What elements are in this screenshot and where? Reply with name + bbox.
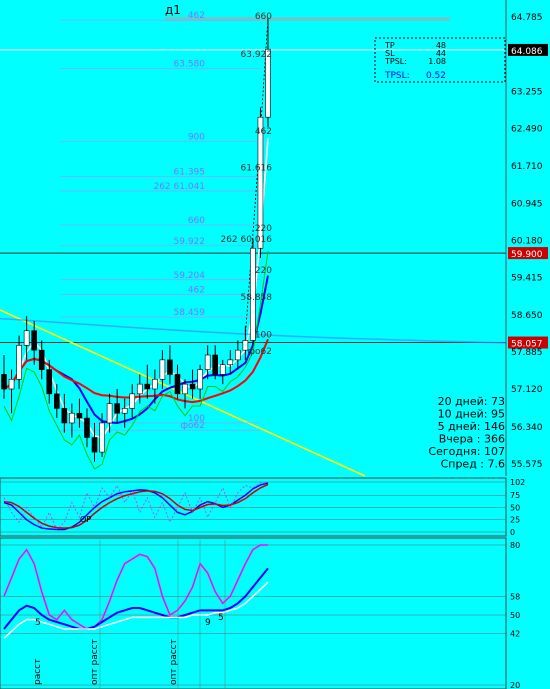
stat-line: 20 дней: 73 bbox=[438, 395, 505, 408]
target-label: 220 bbox=[255, 266, 272, 276]
osc1-axis-label: 0 bbox=[510, 528, 515, 537]
info-key: TPSL: bbox=[384, 57, 407, 66]
osc1-axis-label: 50 bbox=[510, 503, 520, 512]
vertical-note: опт расст bbox=[169, 639, 179, 685]
candle[interactable] bbox=[46, 369, 53, 395]
target-label: 220 bbox=[255, 224, 272, 234]
osc2-axis-label: 80 bbox=[510, 541, 520, 550]
candle[interactable] bbox=[121, 408, 128, 414]
stat-line: 5 дней: 146 bbox=[438, 420, 505, 433]
chart-background bbox=[0, 0, 550, 689]
price-axis-label: 62.490 bbox=[511, 124, 543, 134]
price-axis-label: 58.650 bbox=[511, 311, 543, 321]
fib-label: 660 bbox=[188, 216, 205, 226]
candle[interactable] bbox=[53, 393, 60, 409]
candle[interactable] bbox=[197, 369, 203, 390]
candle[interactable] bbox=[69, 412, 75, 424]
osc1-axis-label: 25 bbox=[510, 516, 520, 525]
osc1-axis-label: 102 bbox=[510, 478, 525, 487]
candle[interactable] bbox=[136, 383, 143, 395]
target-label: 61.616 bbox=[241, 164, 273, 174]
fib-label: 462 bbox=[188, 11, 205, 21]
vertical-note: расст bbox=[33, 659, 43, 685]
fib-label: фо62 bbox=[180, 421, 205, 431]
info-sub-key: TPSL: bbox=[384, 71, 410, 81]
candle[interactable] bbox=[144, 383, 151, 390]
fib-label: 59.922 bbox=[174, 237, 206, 247]
candle[interactable] bbox=[227, 359, 234, 366]
price-axis-label: 63.255 bbox=[511, 87, 543, 97]
price-axis-label: 60.945 bbox=[511, 199, 543, 209]
stat-line: Спред : 7.6 bbox=[441, 458, 505, 471]
price-axis-label: 56.340 bbox=[511, 423, 543, 433]
candle[interactable] bbox=[159, 359, 166, 380]
daily-stats: 20 дней: 7310 дней: 955 дней: 146Вчера :… bbox=[428, 395, 505, 471]
candle[interactable] bbox=[235, 349, 241, 361]
osc2-axis-label: 50 bbox=[510, 611, 520, 620]
price-axis-label: 59.900 bbox=[511, 250, 543, 260]
candle[interactable] bbox=[106, 403, 113, 424]
price-axis-label: 57.885 bbox=[511, 348, 543, 358]
candle[interactable] bbox=[23, 330, 30, 346]
trading-chart[interactable]: 462 63.580 900 61.395 262 61.041 660 59.922 59.… bbox=[0, 0, 550, 689]
osc2-axis-label: 20 bbox=[510, 681, 520, 689]
fib-label: 59.204 bbox=[174, 271, 206, 281]
vertical-note: опт расст bbox=[90, 639, 100, 685]
candle[interactable] bbox=[219, 364, 226, 375]
target-label: 262 60.016 bbox=[220, 235, 272, 245]
fib-label: 58.459 bbox=[174, 308, 206, 318]
candle[interactable] bbox=[189, 383, 196, 390]
info-value: 1.08 bbox=[428, 57, 446, 66]
price-axis-label: 61.710 bbox=[511, 162, 543, 172]
osc1-label: ОР bbox=[80, 515, 91, 524]
candle[interactable] bbox=[1, 374, 7, 390]
candle[interactable] bbox=[38, 349, 45, 370]
osc2-axis-label: 58 bbox=[510, 592, 520, 601]
osc1-axis-label: 75 bbox=[510, 491, 520, 500]
chart-title: д1 bbox=[165, 3, 181, 17]
candle[interactable] bbox=[91, 437, 98, 453]
price-axis-label: 60.180 bbox=[511, 237, 543, 247]
candle[interactable] bbox=[114, 403, 120, 414]
price-axis-label: 64.086 bbox=[511, 47, 543, 57]
osc2-axis-label: 42 bbox=[510, 630, 520, 639]
osc2-note: 9 bbox=[205, 618, 211, 628]
candle[interactable] bbox=[212, 354, 218, 375]
candle[interactable] bbox=[99, 422, 105, 453]
candle[interactable] bbox=[31, 330, 37, 351]
candle[interactable] bbox=[8, 378, 15, 390]
fib-label: 262 61.041 bbox=[153, 182, 205, 192]
target-label: 462 bbox=[255, 127, 272, 137]
target-label: 100 bbox=[255, 331, 272, 341]
target-label: 63.922 bbox=[241, 50, 273, 60]
candle[interactable] bbox=[76, 412, 83, 419]
stat-line: Сегодня: 107 bbox=[428, 445, 505, 458]
target-label: 58.858 bbox=[241, 293, 273, 303]
candle[interactable] bbox=[61, 408, 68, 424]
candle[interactable] bbox=[84, 417, 90, 438]
candle[interactable] bbox=[152, 378, 158, 390]
osc2-note: 5 bbox=[218, 613, 224, 623]
fib-label: 63.580 bbox=[174, 60, 206, 70]
fib-label: 61.395 bbox=[174, 167, 206, 177]
osc2-note: 5 bbox=[35, 618, 41, 628]
price-axis-label: 55.575 bbox=[511, 460, 543, 470]
candle[interactable] bbox=[16, 345, 22, 380]
candle[interactable] bbox=[167, 359, 173, 375]
fib-label: 462 bbox=[188, 285, 205, 295]
candle[interactable] bbox=[204, 354, 211, 370]
stat-line: 10 дней: 95 bbox=[438, 408, 505, 421]
target-label: фо62 bbox=[247, 347, 272, 357]
candle[interactable] bbox=[182, 383, 188, 395]
info-sub-value: 0.52 bbox=[426, 71, 446, 81]
candle[interactable] bbox=[129, 393, 136, 409]
candle[interactable] bbox=[174, 374, 181, 395]
price-axis-label: 59.415 bbox=[511, 274, 543, 284]
target-label: 660 bbox=[255, 12, 272, 22]
price-axis-label: 64.785 bbox=[511, 13, 543, 23]
fib-label: 900 bbox=[188, 132, 205, 142]
price-axis-label: 57.120 bbox=[511, 385, 543, 395]
stat-line: Вчера : 366 bbox=[439, 433, 505, 446]
